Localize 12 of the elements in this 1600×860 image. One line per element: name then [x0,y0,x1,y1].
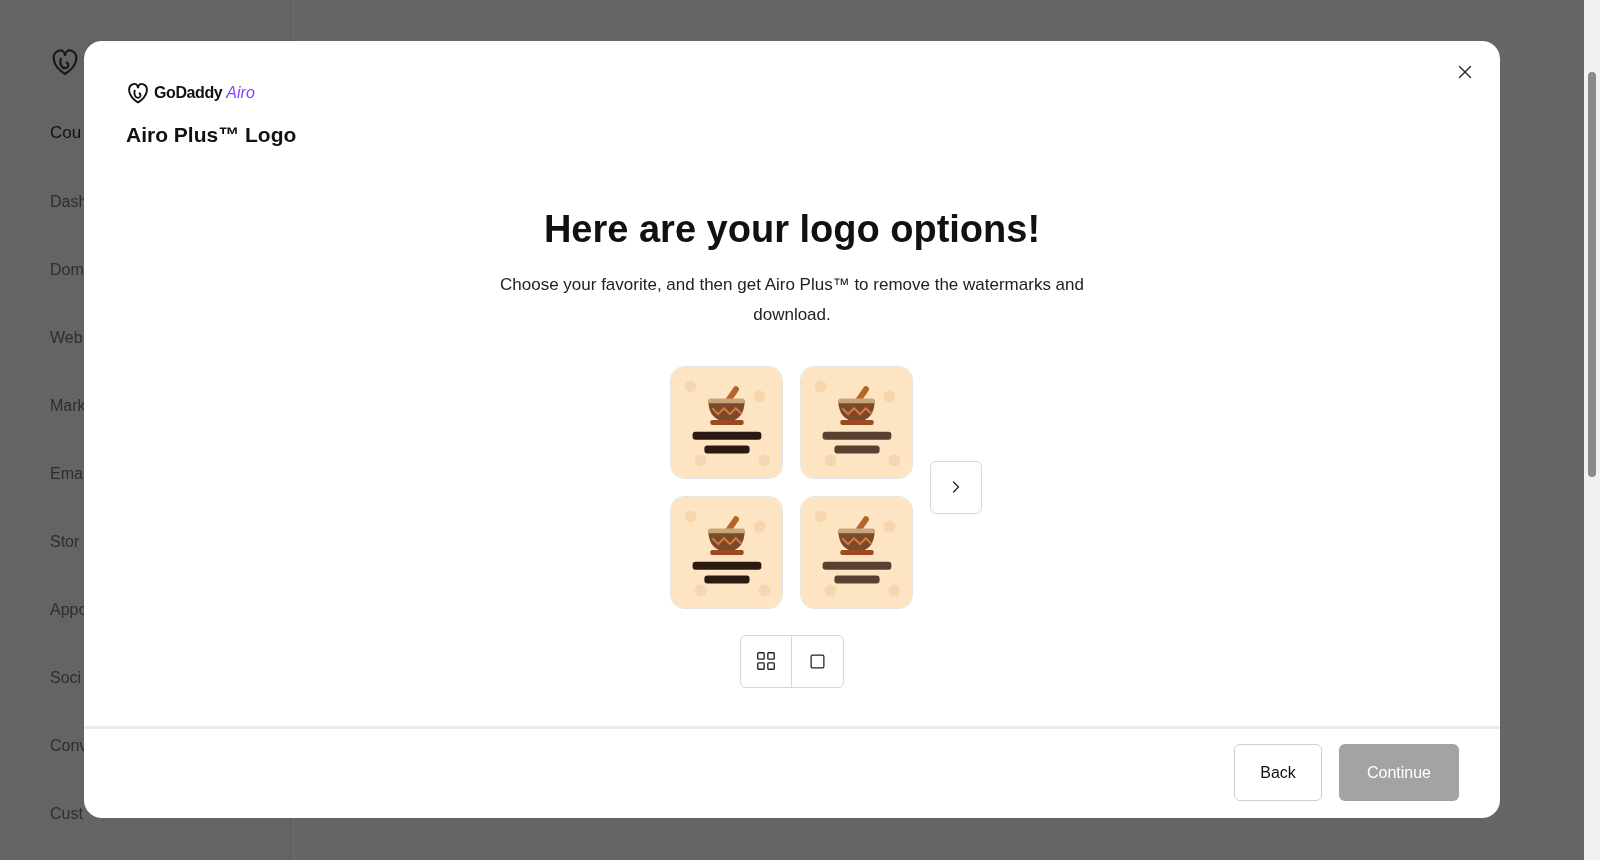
sidebar-heading: Cou [50,122,82,144]
description: Choose your favorite, and then get Airo Plus™ to remove the watermarks and download. [499,273,1085,326]
logo-icon [126,82,150,104]
back-button[interactable]: Back [1234,744,1322,801]
logo-icon [50,48,80,76]
grid-icon [755,650,777,672]
scrollbar-thumb[interactable] [1588,72,1596,477]
modal-title: Airo Plus™ Logo [126,122,298,148]
square-icon [809,652,826,670]
brand-name: GoDaddy [154,83,223,103]
page-heading: Here are your logo options! [543,206,1041,252]
product-name: Airo [226,83,255,103]
